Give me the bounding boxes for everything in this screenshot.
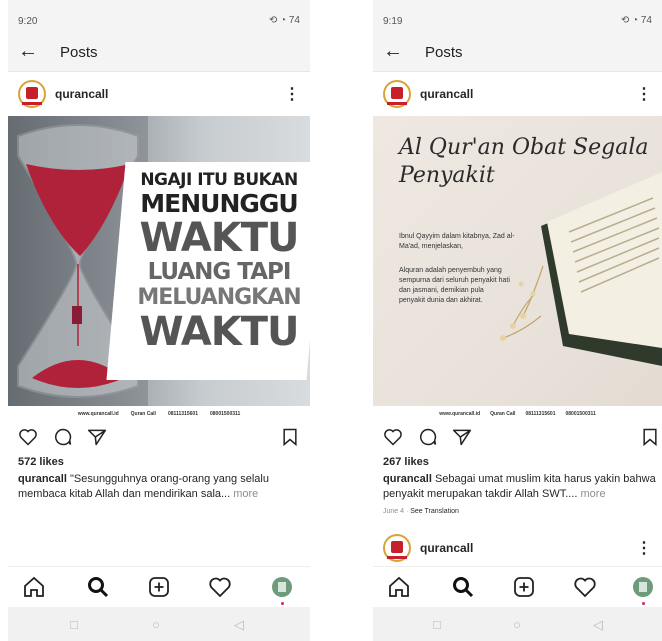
more-options-icon[interactable]: ⋮ bbox=[636, 538, 652, 558]
activity-heart-icon[interactable] bbox=[208, 575, 232, 599]
back-triangle-icon[interactable]: ◁ bbox=[234, 617, 244, 633]
image-title-line-1: Al Qur'an Obat Segala bbox=[399, 135, 649, 160]
headline-line-2: MENUNGGU bbox=[140, 189, 298, 218]
bookmark-icon[interactable] bbox=[640, 427, 660, 447]
status-bar: 9:20 ⟲ ◔ 74 bbox=[8, 0, 310, 34]
headline-line-6: WAKTU bbox=[139, 309, 299, 355]
image-text-1: Ibnul Qayyim dalam kitabnya, Zad al-Ma'a… bbox=[399, 233, 515, 250]
image-footer: www.qurancall.id Quran Call 08111315601 … bbox=[373, 406, 662, 422]
footer-website: www.qurancall.id bbox=[77, 411, 119, 417]
post-image[interactable]: NGAJI ITU BUKAN MENUNGGU WAKTU LUANG TAP… bbox=[8, 116, 310, 422]
post-caption: qurancall Sebagai umat muslim kita harus… bbox=[383, 472, 662, 502]
caption-username[interactable]: qurancall bbox=[383, 473, 432, 485]
caption-more-link[interactable]: more bbox=[577, 488, 605, 500]
back-arrow-icon[interactable]: ← bbox=[18, 40, 38, 63]
recents-square-icon[interactable]: □ bbox=[70, 617, 78, 632]
app-bar: ← Posts bbox=[8, 34, 310, 72]
status-icons: ⟲ ◔ 74 bbox=[620, 15, 652, 26]
avatar[interactable] bbox=[18, 80, 46, 108]
headline-line-1: NGAJI ITU BUKAN bbox=[140, 170, 298, 190]
image-footer: www.qurancall.id Quran Call 08111315601 … bbox=[8, 406, 310, 422]
system-nav-bar: □ ○ ◁ bbox=[8, 607, 310, 641]
phone-screen-left: 9:20 ⟲ ◔ 74 ← Posts qurancall ⋮ NGAJI IT… bbox=[8, 0, 310, 641]
more-options-icon[interactable]: ⋮ bbox=[636, 84, 652, 104]
headline-line-3: WAKTU bbox=[139, 215, 299, 261]
back-arrow-icon[interactable]: ← bbox=[383, 40, 403, 63]
bottom-nav bbox=[373, 566, 662, 606]
next-post-header: qurancall ⋮ bbox=[373, 528, 662, 566]
status-icons: ⟲ ◔ 74 bbox=[268, 15, 300, 26]
see-translation-link[interactable]: See Translation bbox=[410, 508, 459, 515]
home-circle-icon[interactable]: ○ bbox=[152, 617, 160, 632]
more-options-icon[interactable]: ⋮ bbox=[284, 84, 300, 104]
home-icon[interactable] bbox=[387, 575, 411, 599]
new-post-icon[interactable] bbox=[147, 575, 171, 599]
status-bar: 9:19 ⟲ ◔ 74 bbox=[373, 0, 662, 34]
caption-more-link[interactable]: more bbox=[230, 488, 258, 500]
bookmark-icon[interactable] bbox=[280, 427, 300, 447]
likes-count[interactable]: 572 likes bbox=[18, 456, 64, 468]
share-icon[interactable] bbox=[452, 427, 472, 447]
status-time: 9:19 bbox=[383, 16, 403, 27]
bottom-nav bbox=[8, 566, 310, 606]
comment-icon[interactable] bbox=[53, 427, 73, 447]
new-post-icon[interactable] bbox=[512, 575, 536, 599]
post-date-row: June 4 · See Translation bbox=[383, 508, 459, 515]
footer-phone-1: 08111315601 bbox=[167, 411, 198, 417]
footer-social: Quran Call bbox=[490, 411, 516, 417]
footer-phone-2: 08001500311 bbox=[565, 411, 596, 417]
status-time: 9:20 bbox=[18, 16, 38, 27]
likes-count[interactable]: 267 likes bbox=[383, 456, 429, 468]
footer-phone-2: 08001500311 bbox=[209, 411, 241, 417]
post-actions bbox=[373, 424, 662, 450]
search-icon[interactable] bbox=[86, 575, 110, 599]
post-image[interactable]: Al Qur'an Obat Segala Penyakit Ibnul Qay… bbox=[373, 116, 662, 422]
notification-dot bbox=[281, 602, 284, 605]
avatar[interactable] bbox=[383, 534, 411, 562]
post-caption: qurancall "Sesungguhnya orang-orang yang… bbox=[18, 472, 302, 502]
page-title: Posts bbox=[425, 44, 463, 61]
footer-phone-1: 08111315601 bbox=[525, 411, 556, 417]
page-title: Posts bbox=[60, 44, 98, 61]
back-triangle-icon[interactable]: ◁ bbox=[593, 617, 603, 633]
post-username[interactable]: qurancall bbox=[420, 87, 473, 101]
notification-dot bbox=[642, 602, 645, 605]
footer-social: Quran Call bbox=[130, 411, 156, 417]
caption-username[interactable]: qurancall bbox=[18, 473, 67, 485]
footer-website: www.qurancall.id bbox=[439, 411, 481, 417]
post-date: June 4 · bbox=[383, 508, 411, 515]
profile-avatar-icon[interactable] bbox=[631, 575, 655, 599]
activity-heart-icon[interactable] bbox=[573, 575, 597, 599]
share-icon[interactable] bbox=[87, 427, 107, 447]
search-icon[interactable] bbox=[451, 575, 475, 599]
heart-icon[interactable] bbox=[18, 427, 38, 447]
system-nav-bar: □ ○ ◁ bbox=[373, 607, 662, 641]
post-header: qurancall ⋮ bbox=[373, 74, 662, 116]
profile-avatar-icon[interactable] bbox=[270, 575, 294, 599]
home-circle-icon[interactable]: ○ bbox=[513, 617, 521, 632]
post-actions bbox=[8, 424, 310, 450]
headline-line-5: MELUANGKAN bbox=[137, 285, 301, 310]
headline-line-4: LUANG TAPI bbox=[147, 259, 292, 285]
phone-screen-right: 9:19 ⟲ ◔ 74 ← Posts qurancall ⋮ Al Qur'a… bbox=[373, 0, 662, 641]
post-username[interactable]: qurancall bbox=[55, 87, 108, 101]
post-header: qurancall ⋮ bbox=[8, 74, 310, 116]
avatar[interactable] bbox=[383, 80, 411, 108]
heart-icon[interactable] bbox=[383, 427, 403, 447]
recents-square-icon[interactable]: □ bbox=[433, 617, 441, 632]
image-title-line-2: Penyakit bbox=[399, 163, 495, 188]
home-icon[interactable] bbox=[22, 575, 46, 599]
comment-icon[interactable] bbox=[418, 427, 438, 447]
image-text-2: Alquran adalah penyembuh yang sempurna d… bbox=[399, 267, 510, 304]
post-username[interactable]: qurancall bbox=[420, 541, 473, 555]
app-bar: ← Posts bbox=[373, 34, 662, 72]
